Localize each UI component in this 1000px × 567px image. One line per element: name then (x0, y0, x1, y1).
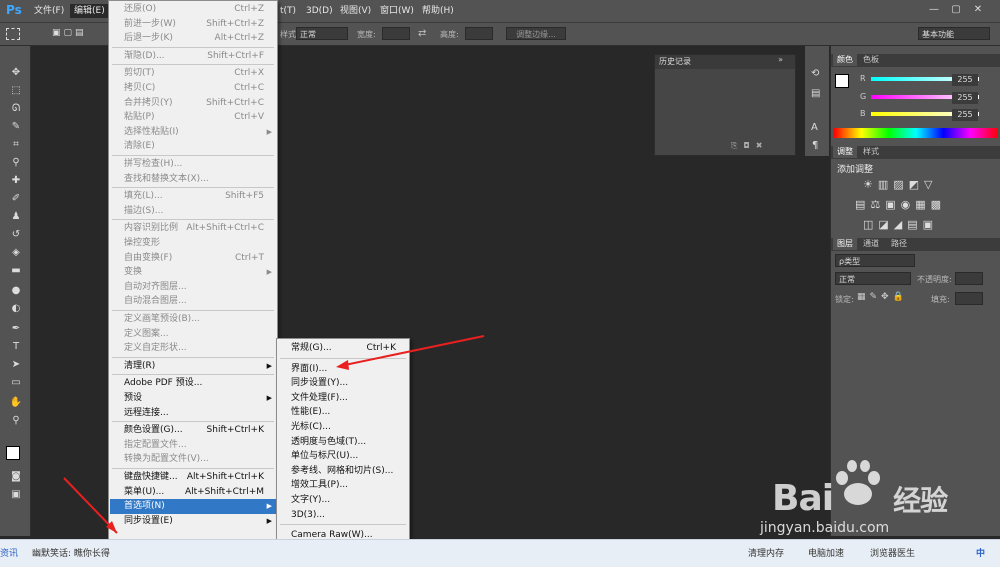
ime-indicator[interactable]: 中 (976, 546, 985, 559)
clean-memory-button[interactable]: 清理内存 (748, 546, 784, 559)
watermark-url: jingyan.baidu.com (760, 520, 890, 536)
browser-doctor-button[interactable]: 浏览器医生 (870, 546, 915, 559)
system-taskbar: 资讯 幽默笑话: 瞧你长得 清理内存 电脑加速 浏览器医生 中 (0, 539, 1000, 567)
taskbar-news[interactable]: 资讯 (0, 546, 18, 559)
watermark-brand: Bai 经验 (772, 478, 948, 519)
taskbar-joke[interactable]: 幽默笑话: 瞧你长得 (32, 546, 110, 559)
pc-speedup-button[interactable]: 电脑加速 (808, 546, 844, 559)
